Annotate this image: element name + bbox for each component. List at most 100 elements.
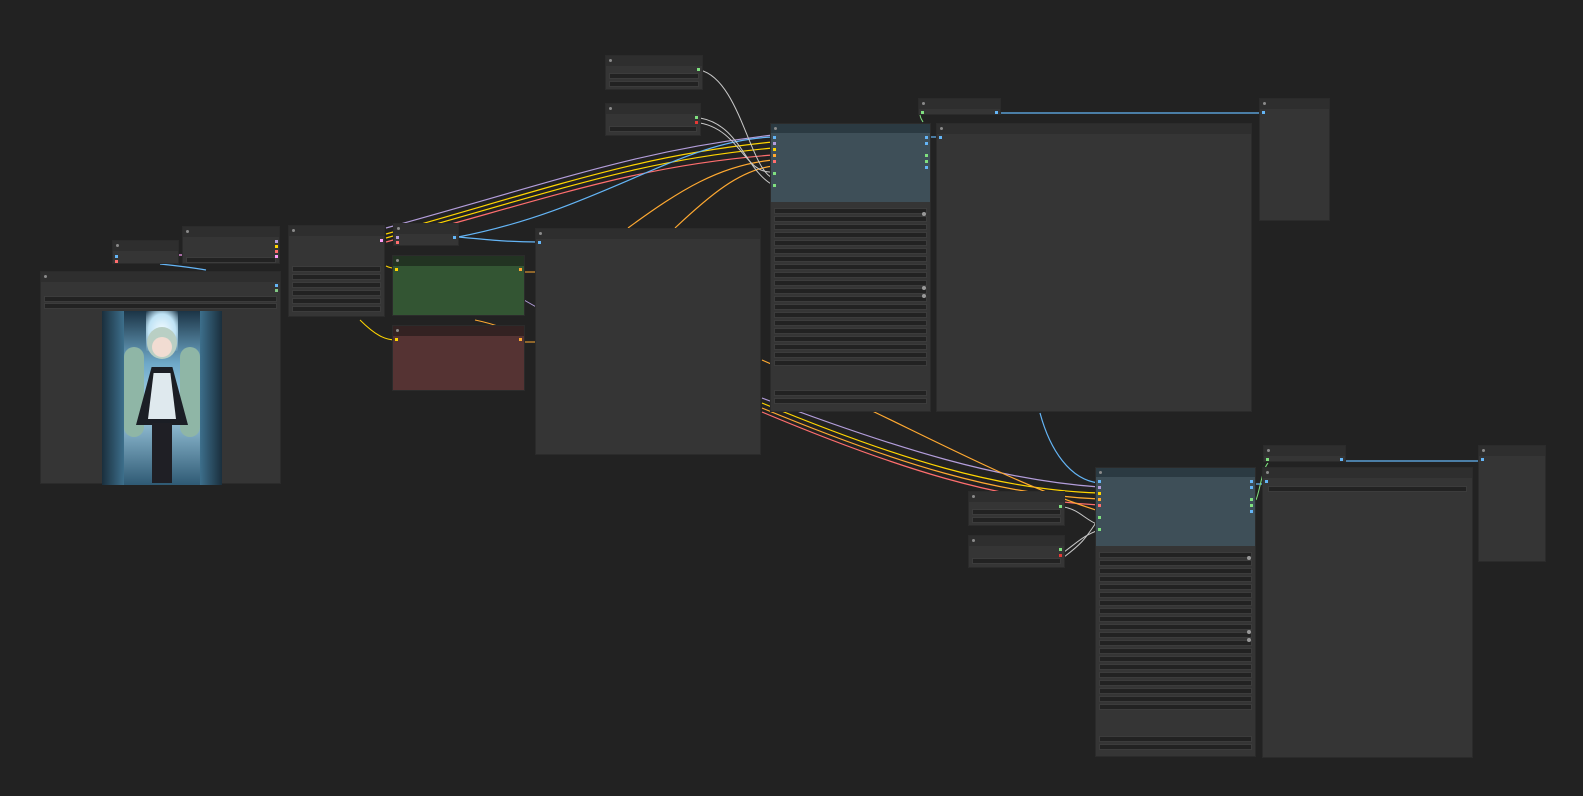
lora-widget[interactable] [292,282,381,288]
collapse-dot-icon[interactable] [186,230,189,233]
input-slot[interactable] [773,142,776,145]
output-slot-latent[interactable] [453,236,456,239]
collapse-dot-icon[interactable] [44,275,47,278]
output-slot-image[interactable] [1340,458,1343,461]
input-slot-clip[interactable] [395,338,398,341]
input-slot[interactable] [1098,528,1101,531]
widget-row[interactable] [1099,648,1252,654]
vae-encode-node[interactable] [393,223,459,246]
widget-row[interactable] [774,360,927,366]
seed-widget[interactable] [609,73,699,79]
widget-row[interactable] [774,398,927,404]
lora-widget[interactable] [292,298,381,304]
output-slot[interactable] [925,142,928,145]
node-title-bar[interactable] [1479,446,1545,456]
control-widget[interactable] [972,517,1061,523]
steps-widget[interactable] [972,558,1061,564]
node-title-bar[interactable] [606,56,702,66]
widget-row[interactable] [774,296,927,302]
widget-row[interactable] [1099,624,1252,630]
collapse-dot-icon[interactable] [396,329,399,332]
control-widget[interactable] [609,81,699,87]
input-slot[interactable] [773,160,776,163]
output-slot-conditioning[interactable] [519,338,522,341]
input-slot[interactable] [1098,492,1101,495]
input-slot[interactable] [396,236,399,239]
input-slot[interactable] [1098,516,1101,519]
node-title-bar[interactable] [1264,446,1345,456]
widget-row[interactable] [774,248,927,254]
input-slot[interactable] [921,111,924,114]
steps-widget[interactable] [609,126,697,132]
widget-row[interactable] [774,288,927,294]
output-slot-float[interactable] [695,121,698,124]
toggle-dot-icon[interactable] [922,212,926,216]
widget-row[interactable] [774,320,927,326]
positive-prompt-node[interactable] [392,255,525,316]
widget-row[interactable] [1268,486,1467,492]
node-title-bar[interactable] [606,104,700,114]
widget-row[interactable] [1099,688,1252,694]
lora-widget[interactable] [292,266,381,272]
output-slot[interactable] [1250,510,1253,513]
node-title-bar[interactable] [1096,468,1255,477]
widget-row[interactable] [774,240,927,246]
widget-row[interactable] [774,256,927,262]
output-slot-int[interactable] [697,68,700,71]
widget-row[interactable] [1099,736,1252,742]
image-preview-node-2[interactable] [1262,467,1473,758]
output-slot[interactable] [1250,498,1253,501]
widget-row[interactable] [1099,672,1252,678]
widget-row[interactable] [1099,704,1252,710]
node-title-bar[interactable] [1260,99,1329,109]
widget-row[interactable] [1099,576,1252,582]
node-graph-canvas[interactable] [0,0,1583,796]
lora-widget[interactable] [292,290,381,296]
node-title-bar[interactable] [393,326,524,336]
ckpt-name-widget[interactable] [186,257,276,263]
output-slot-float[interactable] [1059,554,1062,557]
collapse-dot-icon[interactable] [397,227,400,230]
input-slot[interactable] [1098,504,1101,507]
seed-node-2[interactable] [968,491,1065,526]
widget-row[interactable] [774,304,927,310]
output-slot[interactable] [1250,480,1253,483]
widget-row[interactable] [1099,568,1252,574]
widget-row[interactable] [1099,656,1252,662]
widget-row[interactable] [1099,552,1252,558]
collapse-dot-icon[interactable] [609,107,612,110]
widget-row[interactable] [774,224,927,230]
output-slot-latent[interactable] [380,239,383,242]
input-slot[interactable] [773,154,776,157]
collapse-dot-icon[interactable] [972,495,975,498]
collapse-dot-icon[interactable] [1267,449,1270,452]
lora-loader-node[interactable] [288,225,385,317]
collapse-dot-icon[interactable] [940,127,943,130]
output-slot[interactable] [115,260,118,263]
node-title-bar[interactable] [969,536,1064,546]
widget-row[interactable] [774,390,927,396]
toggle-dot-icon[interactable] [922,294,926,298]
input-slot-clip[interactable] [395,268,398,271]
widget-row[interactable] [1099,584,1252,590]
seed-node[interactable] [605,55,703,90]
widget-row[interactable] [774,280,927,286]
output-slot[interactable] [925,136,928,139]
node-title-bar[interactable] [183,227,279,237]
lora-widget[interactable] [292,306,381,312]
toggle-dot-icon[interactable] [1247,556,1251,560]
input-slot-image[interactable] [1262,111,1265,114]
node-title-bar[interactable] [1263,468,1472,478]
collapse-dot-icon[interactable] [292,229,295,232]
output-slot-int[interactable] [1059,548,1062,551]
input-slot[interactable] [1098,498,1101,501]
output-slot-int[interactable] [1059,505,1062,508]
ksampler-node-1[interactable] [770,123,931,412]
collapse-dot-icon[interactable] [1099,471,1102,474]
input-slot[interactable] [396,241,399,244]
widget-row[interactable] [774,232,927,238]
node-title-bar[interactable] [289,226,384,236]
widget-row[interactable] [1099,632,1252,638]
widget-row[interactable] [1099,696,1252,702]
upscale-node-2[interactable] [1263,445,1346,462]
